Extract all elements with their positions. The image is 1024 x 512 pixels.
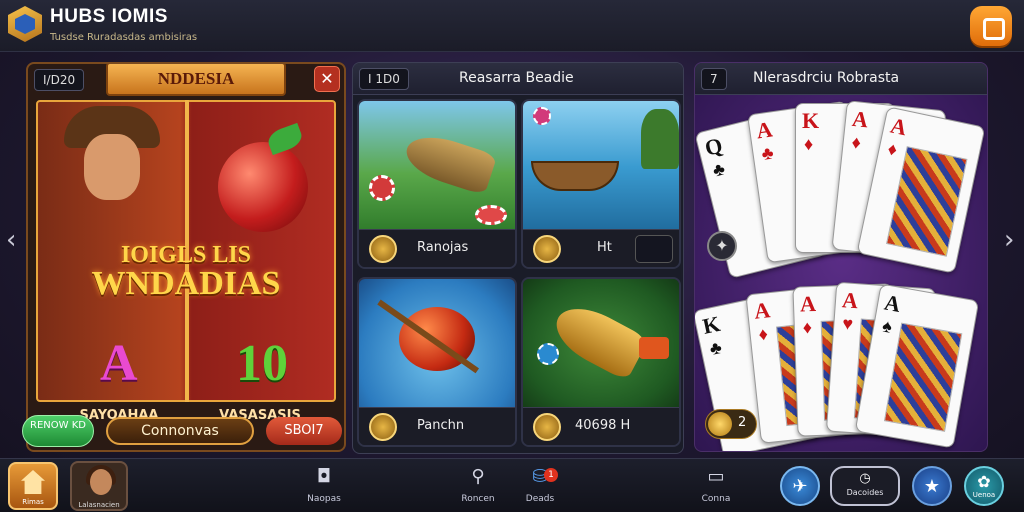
fishing-panel-header: I 1D0 Reasarra Beadie — [353, 63, 683, 95]
cards-panel-title: Nlerasdrciu Robrasta — [753, 70, 900, 86]
trophy-badge-icon — [369, 235, 397, 263]
cards-count: 7 — [701, 68, 727, 90]
game-tile-boat[interactable]: Ht — [521, 99, 681, 269]
coin-value: 2 — [738, 415, 747, 430]
avatar-head — [90, 469, 112, 495]
avatar-label: Lalasnacien — [78, 501, 120, 509]
red-action-button[interactable]: SBOI7 — [266, 417, 342, 445]
symbol-10: 10 — [236, 335, 288, 392]
tile-label: Ranojas — [417, 240, 469, 255]
close-button[interactable]: ✕ — [314, 66, 340, 92]
gold-fish-tile-art — [523, 279, 679, 411]
fish-icon — [400, 128, 498, 196]
tree-icon — [641, 109, 679, 169]
tile-footer: Ranojas — [359, 229, 515, 267]
chips-stack-icon — [635, 235, 673, 263]
coin-badge: 2 — [705, 409, 757, 439]
fishing-count: I 1D0 — [359, 68, 409, 90]
symbol-a: A — [100, 335, 138, 392]
chips-stack-icon — [639, 337, 669, 359]
card-games-panel[interactable]: 7 Nlerasdrciu Robrasta Q ♣ A ♣ K ♦ A ♦ A ♦ ✦ … — [694, 62, 988, 452]
fishing-panel-title: Reasarra Beadie — [459, 70, 574, 86]
app-title: HUBS IOMIS — [50, 6, 168, 27]
continue-button[interactable]: Connonvas — [106, 417, 254, 445]
camera-icon: ◘ — [316, 466, 332, 487]
tile-label: 40698 H — [575, 418, 631, 433]
trophy-badge-icon — [533, 235, 561, 263]
pill-button[interactable]: ◷ Dacoides — [830, 466, 900, 506]
trophy-badge-icon — [369, 413, 397, 441]
slot-headline-line2: WNDADIAS — [91, 265, 281, 302]
avatar[interactable]: Lalasnacien — [70, 461, 128, 511]
nav-item-label: Conna — [701, 494, 731, 504]
share-icon: ✈ — [792, 476, 808, 497]
tile-label: Panchn — [417, 418, 465, 433]
nav-item-label: Deads — [525, 494, 555, 504]
green-action-button[interactable]: RENOW KD — [22, 415, 94, 447]
star-icon: ★ — [923, 476, 941, 497]
tile-label: Ht — [597, 240, 612, 255]
slot-game-panel[interactable]: I/D20 NDDESIA ✕ IOIGLS LIS WNDADIAS A 10… — [26, 62, 346, 452]
fishing-games-panel: I 1D0 Reasarra Beadie Ranojas Ht Panchn … — [352, 62, 684, 454]
nav-item-conna[interactable]: ▭ Conna — [688, 466, 744, 504]
nav-item-naopas[interactable]: ◘ Naopas — [296, 466, 352, 504]
fish-tile-art — [359, 101, 515, 233]
home-icon — [21, 470, 45, 494]
slot-count: I/D20 — [34, 69, 85, 91]
tile-footer: Panchn — [359, 407, 515, 445]
search-icon: ⚲ — [471, 466, 485, 487]
settings-button[interactable]: ✿ Uenoa — [964, 466, 1004, 506]
poker-chip-icon — [537, 343, 559, 365]
clock-icon: ◷ — [859, 471, 871, 486]
monitor-icon: ▭ — [707, 466, 725, 487]
tile-footer: 40698 H — [523, 407, 679, 445]
fruit-art — [218, 142, 308, 232]
game-tile-gold-fish[interactable]: 40698 H — [521, 277, 681, 447]
share-button[interactable]: ✈ — [780, 466, 820, 506]
boat-icon — [531, 161, 619, 191]
gold-fish-icon — [547, 296, 649, 382]
nav-item-label: Roncen — [461, 494, 495, 504]
carousel-prev-arrow[interactable]: ‹ — [6, 225, 16, 255]
trophy-badge-icon — [533, 413, 561, 441]
nav-item-roncen[interactable]: ⚲ Roncen — [450, 466, 506, 504]
poker-chip-icon — [533, 107, 551, 125]
face-card-art — [886, 146, 968, 257]
chips-icon: ⛁ — [532, 466, 548, 487]
face-card-art — [883, 322, 963, 432]
poker-chip-icon — [369, 175, 395, 201]
app-logo-icon — [8, 6, 42, 42]
pill-button-label: Dacoides — [846, 488, 884, 497]
boat-tile-art — [523, 101, 679, 233]
spade-chip-icon[interactable]: ✦ — [707, 231, 737, 261]
nav-item-label: Naopas — [307, 494, 341, 504]
nav-item-deads[interactable]: ⛁ Deads — [512, 466, 568, 504]
top-bar: HUBS IOMIS Tusdse Ruradasdas ambisiras — [0, 0, 1024, 52]
poker-chip-icon — [475, 205, 507, 225]
slot-headline: IOIGLS LIS WNDADIAS — [40, 242, 332, 303]
game-tile-spear[interactable]: Panchn — [357, 277, 517, 447]
tile-footer: Ht — [523, 229, 679, 267]
app-subtitle: Tusdse Ruradasdas ambisiras — [50, 32, 198, 43]
gear-icon: ✿ — [977, 472, 991, 491]
star-button[interactable]: ★ — [912, 466, 952, 506]
cards-panel-header: 7 Nlerasdrciu Robrasta — [695, 63, 987, 95]
game-tile-fish[interactable]: Ranojas — [357, 99, 517, 269]
carousel-next-arrow[interactable]: › — [1004, 225, 1014, 255]
cowboy-face-art — [84, 134, 140, 200]
menu-button[interactable] — [970, 6, 1012, 46]
slot-title-ribbon: NDDESIA — [106, 64, 286, 96]
nav-home-label: Rimas — [22, 498, 44, 506]
spear-tile-art — [359, 279, 515, 411]
nav-home-button[interactable]: Rimas — [8, 462, 58, 510]
notification-badge: 1 — [544, 468, 558, 482]
settings-label: Uenoa — [972, 491, 996, 499]
